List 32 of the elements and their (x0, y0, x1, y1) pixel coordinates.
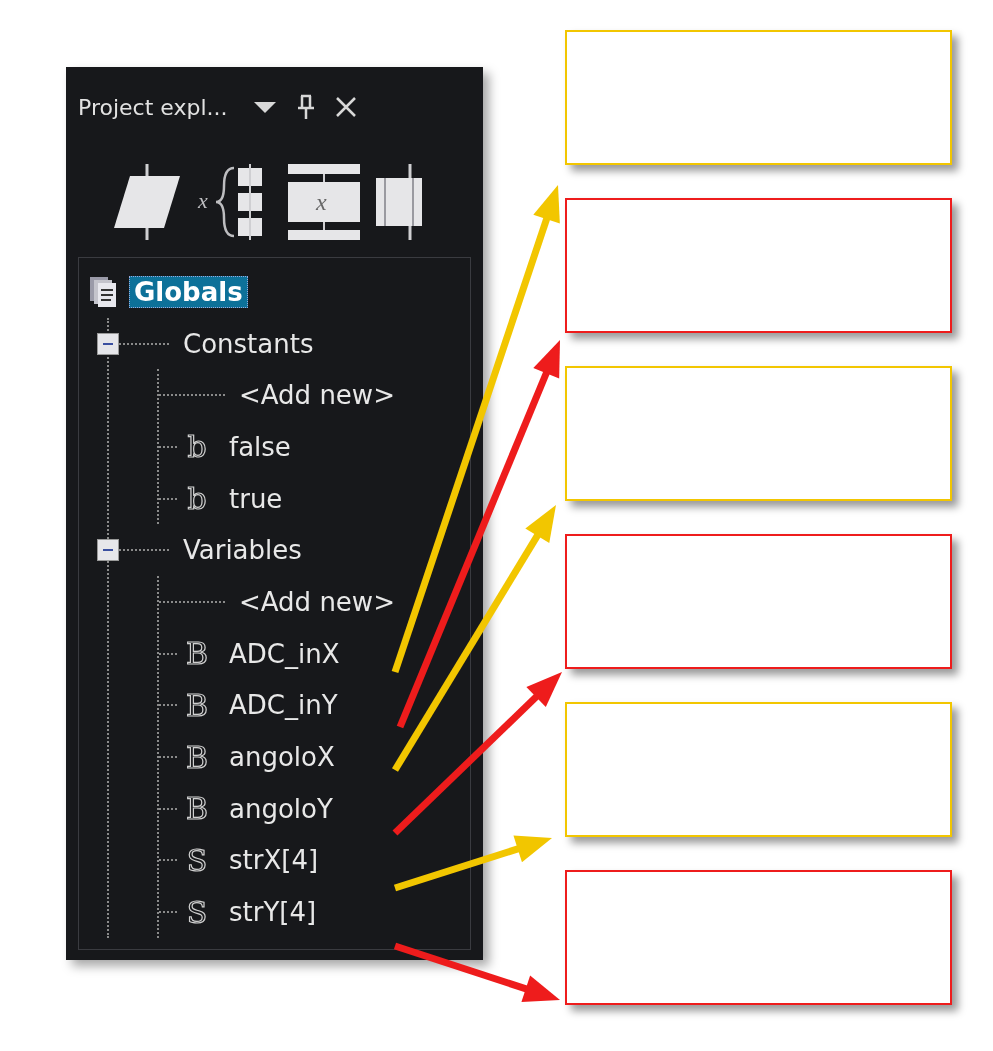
tree-item[interactable]: angoloX (229, 742, 335, 773)
close-icon[interactable] (333, 95, 358, 119)
type-glyph: B (184, 636, 209, 672)
type-glyph: b (186, 481, 208, 517)
pin-icon[interactable] (295, 94, 316, 120)
subroutine-block-icon[interactable] (376, 162, 422, 242)
tree-item[interactable]: ADC_inY (229, 690, 338, 721)
panel-title: Project expl... (78, 94, 228, 120)
tree-item[interactable]: ADC_inX (229, 638, 340, 669)
type-glyph: B (184, 687, 209, 723)
answer-box[interactable] (565, 534, 952, 669)
type-glyph: S (185, 894, 209, 930)
tree-item[interactable]: angoloY (229, 793, 333, 824)
answer-box[interactable] (565, 198, 952, 333)
type-glyph: b (186, 429, 208, 465)
tree-item[interactable]: Constants (183, 328, 314, 359)
type-glyph: S (185, 842, 209, 878)
tree-item[interactable]: <Add new> (239, 586, 395, 617)
tree-item[interactable]: <Add new> (239, 380, 395, 411)
tree-item[interactable]: Variables (183, 535, 302, 566)
documents-icon (89, 275, 117, 308)
tree-item[interactable]: strX[4] (229, 845, 319, 876)
answer-box[interactable] (565, 870, 952, 1005)
collapse-toggle[interactable] (97, 332, 119, 355)
tree-item[interactable]: true (229, 483, 283, 514)
type-glyph: B (184, 739, 209, 775)
collapse-toggle[interactable] (97, 539, 119, 562)
parallelogram-icon[interactable] (112, 162, 182, 242)
type-glyph: B (184, 791, 209, 827)
tree-item[interactable]: false (229, 431, 291, 462)
tree-item[interactable]: strY[4] (229, 897, 317, 928)
tree-item[interactable]: Globals (129, 275, 248, 308)
